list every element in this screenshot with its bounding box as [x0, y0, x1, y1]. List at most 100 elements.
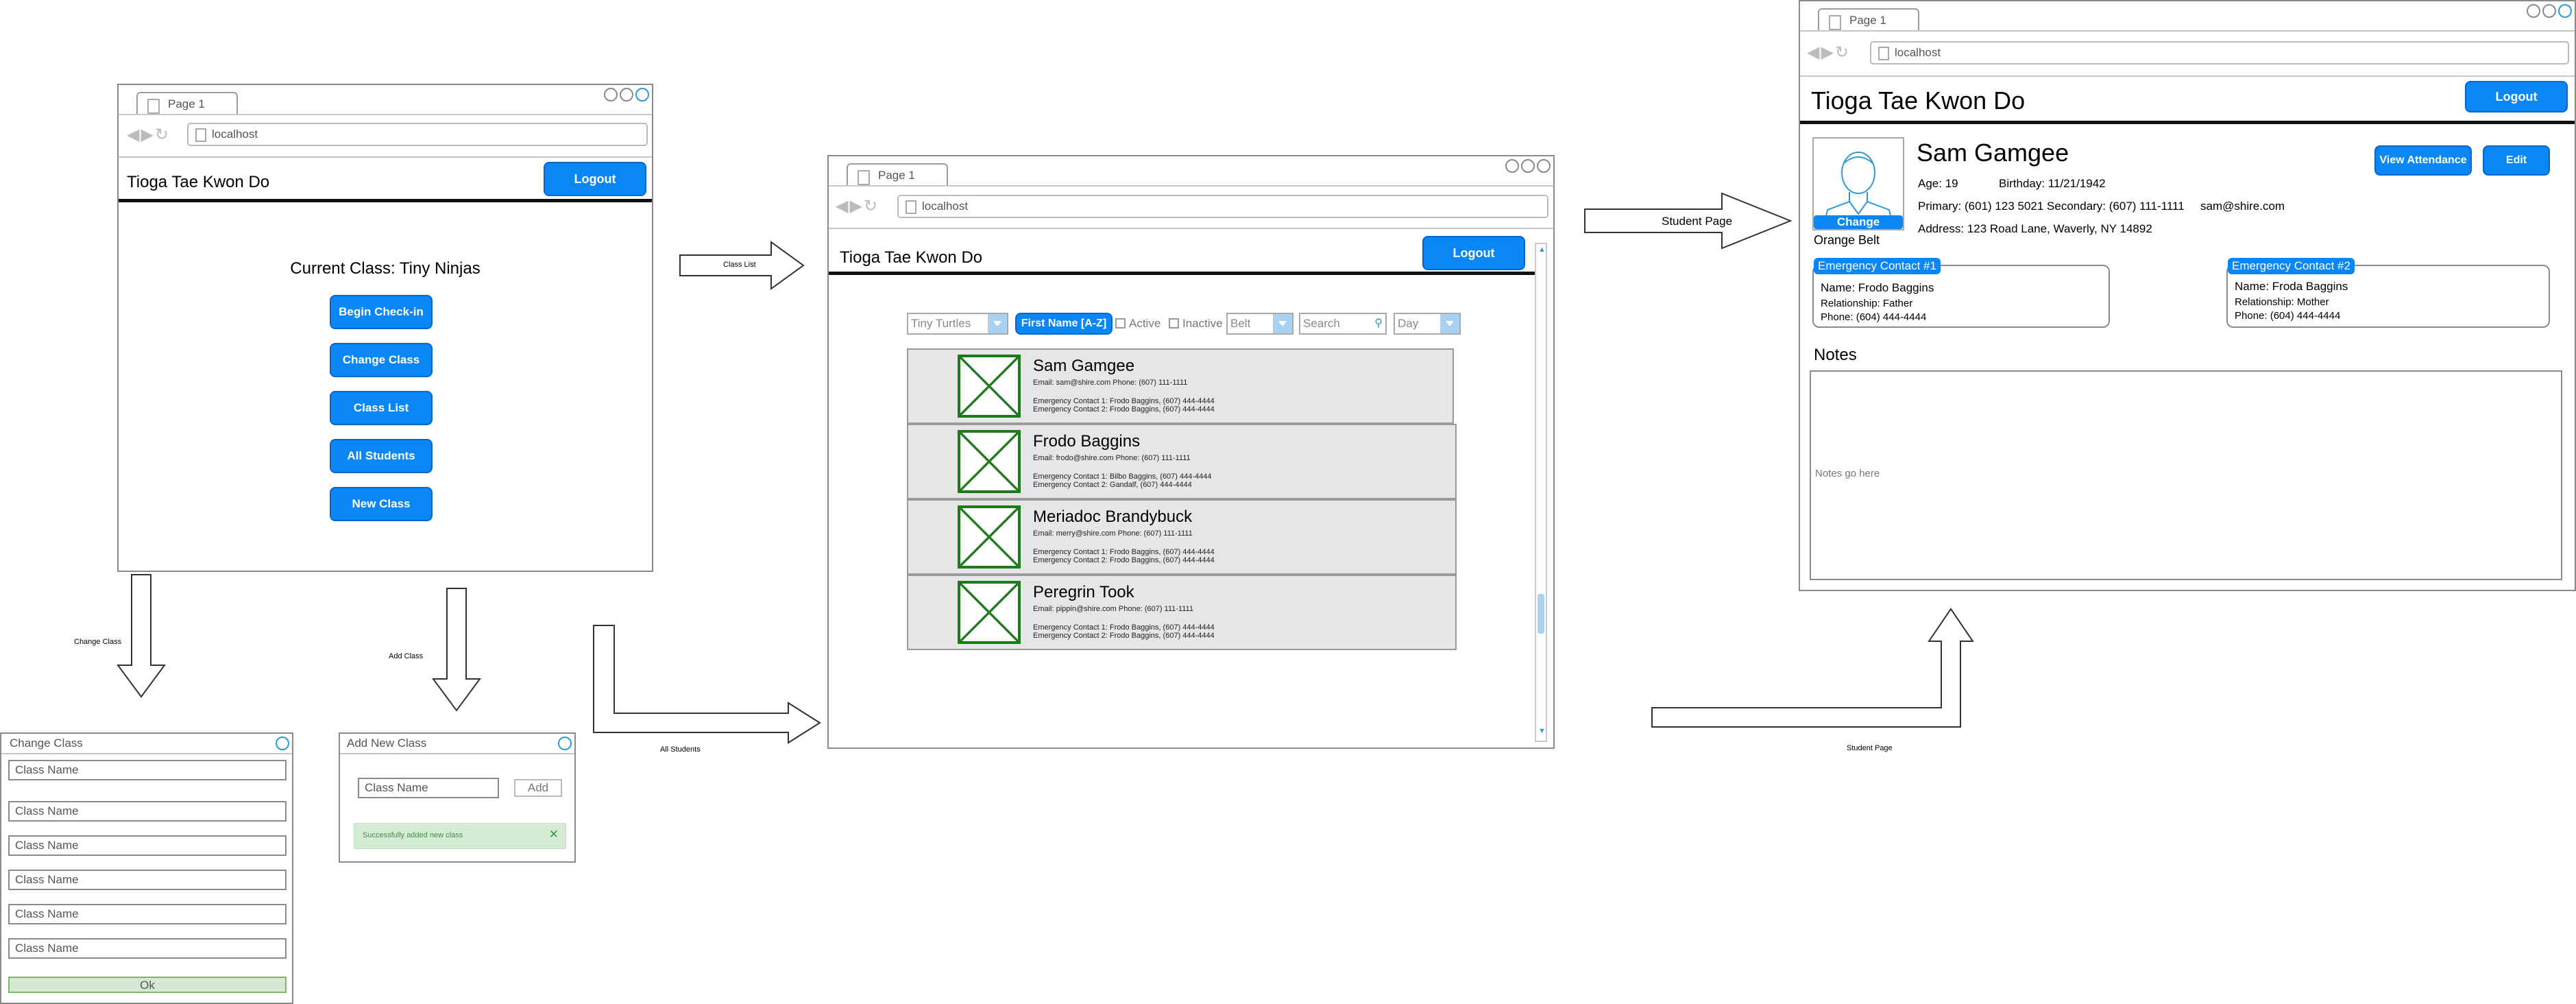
current-class-label: Current Class: Tiny Ninjas [290, 259, 481, 278]
student-card[interactable]: Frodo Baggins Email: frodo@shire.com Pho… [907, 424, 1457, 499]
new-class-button[interactable]: New Class [330, 487, 433, 521]
class-select[interactable]: Tiny Turtles [907, 313, 1008, 335]
logout-button[interactable]: Logout [2465, 81, 2568, 112]
page-icon [858, 170, 870, 185]
emergency-contact-tag: Emergency Contact #1 [1814, 258, 1941, 274]
app-title: Tioga Tae Kwon Do [840, 248, 983, 267]
nav-back-forward-reload-icons[interactable]: ◀▶↻ [836, 196, 879, 217]
emergency-contact-1: Emergency Contact #1 Name: Frodo Baggins… [1812, 258, 2110, 328]
student-contact: Email: merry@shire.com Phone: (607) 111-… [1033, 529, 1193, 538]
notes-area[interactable]: Notes go here [1810, 370, 2562, 580]
minimize-icon[interactable] [2527, 4, 2540, 18]
ok-button[interactable]: Ok [8, 977, 287, 993]
arrow-label-class-list: Class List [723, 261, 756, 269]
close-icon[interactable] [2558, 4, 2572, 18]
contact-name: Name: Froda Baggins [2235, 280, 2348, 293]
maximize-icon[interactable] [2542, 4, 2556, 18]
student-photo [958, 430, 1021, 493]
change-class-button[interactable]: Change Class [330, 343, 433, 377]
class-name-input[interactable]: Class Name [358, 778, 499, 798]
view-attendance-button[interactable]: View Attendance [2374, 145, 2472, 176]
student-address: Address: 123 Road Lane, Waverly, NY 1489… [1918, 222, 2152, 235]
arrow-label-student-page-top: Student Page [1662, 215, 1733, 228]
class-option[interactable]: Class Name [8, 938, 287, 959]
student-page-window: Page 1 ◀▶↻ localhost Tioga Tae Kwon Do L… [1799, 0, 2576, 591]
add-button[interactable]: Add [514, 779, 562, 797]
scrollbar[interactable]: ▲ ▼ [1535, 243, 1547, 742]
student-contact: Email: pippin@shire.com Phone: (607) 111… [1033, 605, 1193, 613]
belt-select[interactable]: Belt [1226, 313, 1293, 335]
success-alert: Successfully added new class ✕ [354, 823, 566, 849]
active-checkbox[interactable] [1115, 318, 1126, 328]
close-icon[interactable]: ✕ [549, 828, 559, 841]
notes-placeholder: Notes go here [1815, 468, 1880, 479]
class-option[interactable]: Class Name [8, 870, 287, 890]
student-name[interactable]: Peregrin Took [1033, 583, 1134, 602]
class-option[interactable]: Class Name [8, 904, 287, 924]
emergency-contact-tag: Emergency Contact #2 [2228, 258, 2355, 274]
student-name[interactable]: Meriadoc Brandybuck [1033, 507, 1192, 527]
student-list-window: Page 1 ◀▶↻ localhost Tioga Tae Kwon Do L… [827, 155, 1555, 749]
dialog-title: Change Class [10, 737, 83, 750]
arrow-student-page-bottom [1651, 608, 1974, 728]
class-list-button[interactable]: Class List [330, 391, 433, 425]
logout-button[interactable]: Logout [1422, 236, 1525, 270]
student-ec2: Emergency Contact 2: Gandalf, (607) 444-… [1033, 481, 1192, 489]
student-contact: Email: sam@shire.com Phone: (607) 111-11… [1033, 379, 1188, 387]
student-name[interactable]: Frodo Baggins [1033, 432, 1140, 451]
maximize-icon[interactable] [620, 88, 633, 101]
app-title: Tioga Tae Kwon Do [1811, 86, 2026, 115]
all-students-button[interactable]: All Students [330, 439, 433, 473]
close-icon[interactable] [635, 88, 649, 101]
student-contact: Email: frodo@shire.com Phone: (607) 111-… [1033, 454, 1191, 462]
maximize-icon[interactable] [1521, 159, 1535, 173]
arrow-add-class [432, 588, 481, 712]
student-name: Sam Gamgee [1917, 139, 2069, 167]
close-icon[interactable] [1537, 159, 1551, 173]
scroll-thumb[interactable] [1538, 594, 1544, 634]
student-card[interactable]: Meriadoc Brandybuck Email: merry@shire.c… [907, 499, 1457, 575]
student-photo [958, 505, 1021, 569]
arrow-label-add-class: Add Class [389, 652, 424, 660]
nav-back-forward-reload-icons[interactable]: ◀▶↻ [1807, 43, 1850, 63]
close-icon[interactable] [276, 737, 289, 750]
browser-tab[interactable]: Page 1 [847, 163, 948, 187]
change-class-dialog: Change Class Class Name Class Name Class… [0, 732, 293, 1004]
search-input[interactable]: Search ⚲ [1299, 313, 1387, 335]
nav-back-forward-reload-icons[interactable]: ◀▶↻ [127, 125, 170, 145]
sort-first-name-button[interactable]: First Name [A-Z] [1015, 313, 1113, 335]
change-photo-button[interactable]: Change [1814, 215, 1903, 229]
browser-tab[interactable]: Page 1 [136, 92, 238, 115]
minimize-icon[interactable] [1505, 159, 1519, 173]
class-option[interactable]: Class Name [8, 801, 287, 822]
scroll-up-icon[interactable]: ▲ [1538, 246, 1546, 254]
student-card[interactable]: Sam Gamgee Email: sam@shire.com Phone: (… [907, 348, 1454, 424]
contact-relationship: Relationship: Mother [2235, 296, 2329, 308]
scroll-down-icon[interactable]: ▼ [1538, 727, 1546, 735]
class-option[interactable]: Class Name [8, 760, 287, 780]
begin-checkin-button[interactable]: Begin Check-in [330, 295, 433, 329]
url-bar[interactable]: localhost [1870, 41, 2569, 64]
page-icon [147, 99, 160, 114]
student-birthday: Birthday: 11/21/1942 [1999, 177, 2106, 190]
inactive-label: Inactive [1182, 317, 1223, 330]
logout-button[interactable]: Logout [544, 162, 646, 196]
chevron-down-icon [988, 314, 1007, 333]
student-phones: Primary: (601) 123 5021 Secondary: (607)… [1918, 200, 2185, 213]
student-photo [958, 355, 1021, 418]
url-bar[interactable]: localhost [897, 195, 1548, 218]
edit-button[interactable]: Edit [2483, 145, 2550, 176]
url-bar[interactable]: localhost [187, 123, 648, 146]
inactive-checkbox[interactable] [1169, 318, 1179, 328]
chevron-down-icon [1440, 314, 1459, 333]
avatar: Change [1812, 137, 1904, 230]
student-card[interactable]: Peregrin Took Email: pippin@shire.com Ph… [907, 575, 1457, 650]
close-icon[interactable] [558, 737, 572, 750]
day-select[interactable]: Day [1394, 313, 1461, 335]
browser-tab[interactable]: Page 1 [1818, 8, 1919, 32]
minimize-icon[interactable] [604, 88, 618, 101]
student-name[interactable]: Sam Gamgee [1033, 357, 1134, 376]
arrow-all-students [593, 625, 821, 744]
add-class-dialog: Add New Class Class Name Add Successfull… [339, 732, 576, 863]
class-option[interactable]: Class Name [8, 835, 287, 856]
